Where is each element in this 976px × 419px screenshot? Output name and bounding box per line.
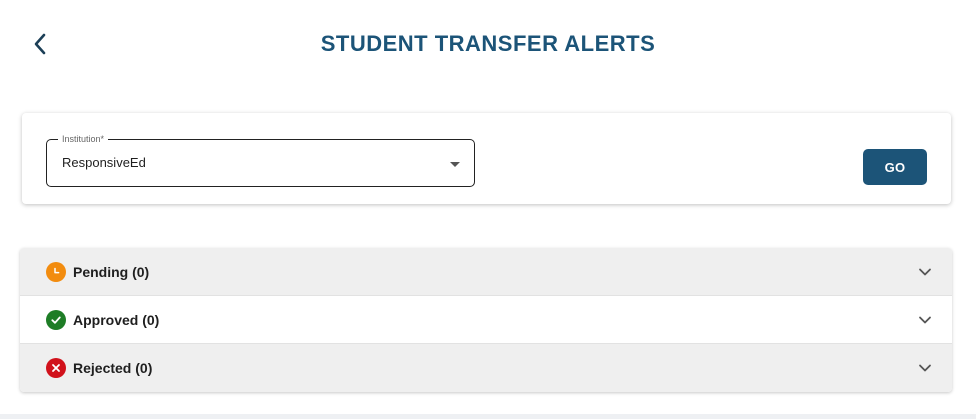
institution-label: Institution* [58, 133, 109, 145]
filter-card: Institution* ResponsiveEd GO [22, 113, 951, 204]
rejected-panel-header[interactable]: Rejected (0) [20, 344, 952, 392]
rejected-label: Rejected (0) [73, 360, 153, 376]
page-title: STUDENT TRANSFER ALERTS [320, 31, 656, 56]
page-bottom-divider [0, 414, 976, 419]
approved-label: Approved (0) [73, 311, 160, 328]
chevron-down-icon [919, 364, 931, 372]
institution-select[interactable]: Institution* ResponsiveEd [46, 133, 475, 187]
clock-icon [46, 261, 66, 282]
institution-value: ResponsiveEd [62, 155, 146, 170]
chevron-down-icon [919, 268, 931, 276]
chevron-down-icon [919, 316, 931, 324]
check-circle-icon [46, 309, 66, 330]
go-button[interactable]: GO [863, 149, 927, 185]
alerts-accordion: Pending (0) Approved (0) Rejected (0) [20, 248, 952, 392]
pending-panel-header[interactable]: Pending (0) [20, 248, 952, 296]
cancel-circle-icon [46, 358, 66, 378]
dropdown-arrow-icon [450, 162, 460, 167]
pending-label: Pending (0) [73, 263, 150, 280]
approved-panel-header[interactable]: Approved (0) [20, 296, 952, 344]
